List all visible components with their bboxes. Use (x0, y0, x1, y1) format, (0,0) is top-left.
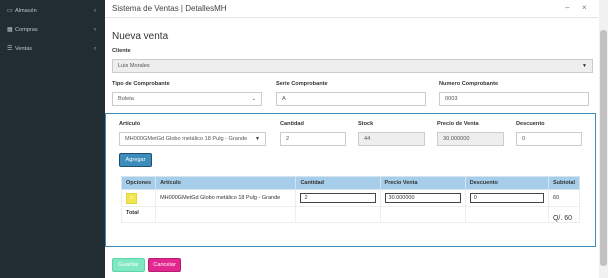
total-label: Total (120, 206, 157, 223)
cantidad-label: Cantidad (280, 121, 304, 127)
precio-cell: 30.000000 (379, 189, 466, 207)
tipo-comprobante-value: Boleta (118, 96, 134, 102)
serie-value: A (282, 96, 286, 102)
descuento-label: Descuento (516, 121, 545, 127)
window-title: Sistema de Ventas | DetallesMH (112, 4, 227, 13)
cliente-value: Luis Morales (118, 63, 150, 69)
sidebar: ▭ Almacén ‹ ▦ Compras ‹ ☰ Ventas ‹ (0, 0, 105, 278)
numero-input[interactable]: 0003 (439, 92, 589, 106)
grid-icon: ▦ (7, 27, 13, 33)
sidebar-item-label: Compras (15, 26, 38, 33)
empty-cell (464, 206, 549, 223)
table-footer-row: Total Q/. 60 (120, 206, 581, 223)
sidebar-item-compras[interactable]: ▦ Compras ‹ (0, 20, 105, 39)
delete-row-button[interactable]: x (126, 192, 137, 204)
agregar-button[interactable]: Agregar (119, 153, 152, 167)
col-header-subtotal: Subtotal (547, 176, 581, 190)
numero-value: 0003 (445, 96, 458, 102)
numero-label: Numero Comprobante (439, 81, 499, 87)
chevron-left-icon: ‹ (94, 7, 96, 14)
detalle-table: Opciones Artículo Cantidad Precio Venta … (120, 176, 581, 223)
row-descuento-input[interactable]: 0 (469, 193, 544, 203)
total-cell: Q/. 60 (547, 206, 581, 223)
empty-cell (155, 206, 297, 223)
cliente-select[interactable]: Luis Morales ▼ (112, 59, 593, 73)
title-divider (105, 17, 598, 18)
caret-down-icon: ▼ (582, 63, 587, 69)
descuento-value: 0 (522, 136, 526, 142)
row-cantidad-input[interactable]: 2 (300, 193, 376, 203)
table-row: x MH000GMetGd Globo metálico 18 Pulg - G… (120, 189, 581, 207)
guardar-button[interactable]: Guardar (112, 258, 145, 272)
col-header-descuento: Descuento (464, 176, 549, 190)
sidebar-item-label: Ventas (15, 45, 33, 52)
empty-cell (295, 206, 381, 223)
serie-input[interactable]: A (276, 92, 426, 106)
cantidad-input[interactable]: 2 (280, 132, 346, 146)
col-header-opciones: Opciones (120, 176, 157, 190)
desktop-icon: ▭ (7, 8, 13, 14)
col-header-cantidad: Cantidad (295, 176, 381, 190)
table-header-row: Opciones Artículo Cantidad Precio Venta … (120, 176, 581, 190)
row-precio-input[interactable]: 30.000000 (384, 193, 461, 203)
precio-venta-label: Precio de Venta (437, 121, 479, 127)
modal-window: Sistema de Ventas | DetallesMH – × Nueva… (105, 0, 608, 278)
list-icon: ☰ (7, 46, 13, 52)
chevron-left-icon: ‹ (94, 26, 96, 33)
descuento-input[interactable]: 0 (516, 132, 582, 146)
caret-down-icon: ▼ (255, 136, 260, 142)
articulo-select[interactable]: MH000GMetGd Globo metálico 18 Pulg - Gra… (119, 132, 266, 146)
minimize-icon[interactable]: – (565, 3, 569, 12)
col-header-articulo: Artículo (155, 176, 297, 190)
chevron-left-icon: ‹ (94, 45, 96, 52)
stock-label: Stock (358, 121, 374, 127)
chevron-down-icon: ⌄ (251, 96, 256, 102)
cancelar-button[interactable]: Cancelar (148, 258, 181, 272)
opciones-cell: x (120, 189, 157, 207)
sidebar-item-label: Almacén (15, 7, 37, 14)
articulo-value: MH000GMetGd Globo metálico 18 Pulg - Gra… (125, 136, 248, 142)
empty-cell (379, 206, 466, 223)
total-value: Q/. 60 (552, 215, 573, 222)
cliente-label: Cliente (112, 48, 131, 54)
col-header-precio-venta: Precio Venta (379, 176, 466, 190)
stock-field: 44 (358, 132, 425, 146)
precio-venta-field: 30.000000 (437, 132, 504, 146)
precio-venta-value: 30.000000 (443, 136, 470, 142)
articulo-cell: MH000GMetGd Globo metálico 18 Pulg - Gra… (155, 189, 297, 207)
sidebar-item-ventas[interactable]: ☰ Ventas ‹ (0, 39, 105, 58)
tipo-comprobante-label: Tipo de Comprobante (112, 81, 170, 87)
cantidad-cell: 2 (295, 189, 381, 207)
descuento-cell: 0 (464, 189, 549, 207)
articulo-label: Artículo (119, 121, 141, 127)
stock-value: 44 (364, 136, 371, 142)
subtotal-cell: 60 (547, 189, 581, 207)
serie-label: Serie Comprobante (276, 81, 328, 87)
scrollbar[interactable] (599, 0, 608, 278)
scrollbar-thumb[interactable] (600, 30, 607, 266)
close-icon[interactable]: × (582, 3, 587, 12)
tipo-comprobante-select[interactable]: Boleta ⌄ (112, 92, 262, 106)
cantidad-value: 2 (286, 136, 290, 142)
form-heading: Nueva venta (112, 31, 169, 42)
sidebar-item-almacen[interactable]: ▭ Almacén ‹ (0, 1, 105, 20)
